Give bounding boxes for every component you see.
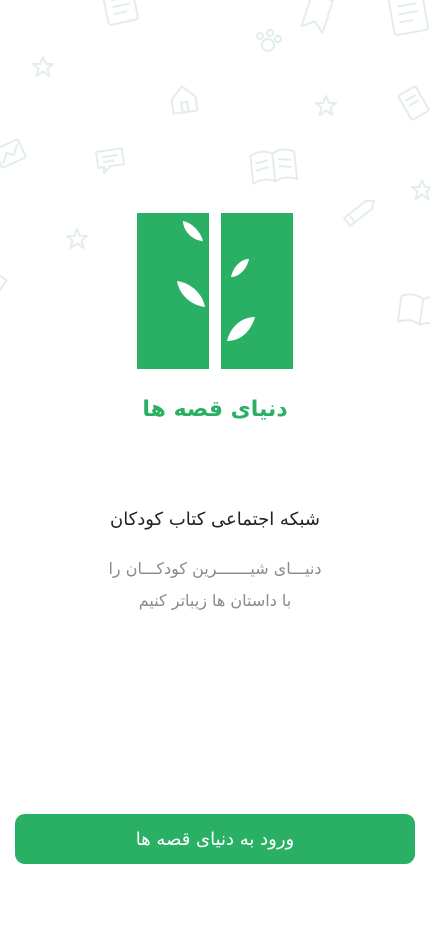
star-icon xyxy=(66,228,88,249)
enter-button[interactable]: ورود به دنیای قصه ها xyxy=(15,814,415,864)
star-icon xyxy=(315,95,337,116)
open-book-icon xyxy=(396,293,430,329)
paw-icon xyxy=(256,29,282,52)
open-book-icon xyxy=(249,148,299,185)
book-icon xyxy=(101,0,139,26)
onboarding-screen: دنیای قصه ها شبکه اجتماعی کتاب کودکان دن… xyxy=(0,0,430,932)
note-icon xyxy=(397,85,430,121)
tagline-line-1: دنیـــای شیـــــــرین کودکـــان را xyxy=(108,559,322,578)
book-icon xyxy=(387,0,429,36)
star-icon xyxy=(32,56,54,77)
pencil-icon xyxy=(343,199,375,227)
app-name: دنیای قصه ها xyxy=(142,397,288,422)
tagline-line-2: با داستان ها زیباتر کنیم xyxy=(138,591,292,610)
chat-icon xyxy=(95,147,125,175)
headline: شبکه اجتماعی کتاب کودکان xyxy=(109,509,321,530)
star-icon xyxy=(411,179,430,200)
tagline: دنیـــای شیـــــــرین کودکـــان را با دا… xyxy=(0,553,430,617)
book-with-leaves-icon xyxy=(137,213,293,369)
note-icon xyxy=(0,269,8,298)
house-icon xyxy=(170,85,199,115)
bookmark-icon xyxy=(300,0,334,35)
note-icon xyxy=(0,138,27,169)
